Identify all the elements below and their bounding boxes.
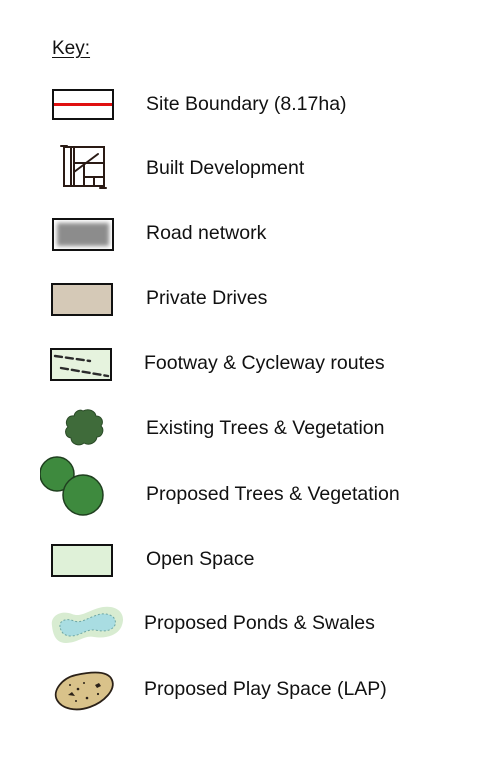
legend-item-proposed-trees: Proposed Trees & Vegetation: [0, 456, 500, 520]
legend-label-existing-trees: Existing Trees & Vegetation: [146, 417, 385, 439]
play-space-icon: [40, 665, 130, 715]
legend-item-ponds-swales: Proposed Ponds & Swales: [0, 599, 500, 649]
legend-label-play-space: Proposed Play Space (LAP): [144, 678, 387, 700]
existing-trees-icon: [40, 404, 130, 454]
site-boundary-icon: [40, 80, 130, 130]
legend-item-play-space: Proposed Play Space (LAP): [0, 665, 500, 715]
built-development-icon: [40, 144, 130, 194]
legend-item-footway-cycleway: Footway & Cycleway routes: [0, 339, 500, 389]
legend-label-private-drives: Private Drives: [146, 287, 268, 309]
legend-item-existing-trees: Existing Trees & Vegetation: [0, 404, 500, 454]
legend-label-built-development: Built Development: [146, 157, 305, 179]
legend-item-open-space: Open Space: [0, 535, 500, 585]
private-drives-icon: [40, 274, 130, 324]
legend-label-ponds-swales: Proposed Ponds & Swales: [144, 612, 375, 634]
map-legend: Key: Site Boundary (8.17ha) Built Develo…: [0, 0, 500, 761]
footway-cycleway-icon: [40, 339, 130, 389]
legend-item-road-network: Road network: [0, 209, 500, 259]
legend-label-footway-cycleway: Footway & Cycleway routes: [144, 352, 385, 374]
legend-label-site-boundary: Site Boundary (8.17ha): [146, 93, 347, 115]
legend-label-proposed-trees: Proposed Trees & Vegetation: [146, 483, 400, 505]
legend-item-private-drives: Private Drives: [0, 274, 500, 324]
legend-label-open-space: Open Space: [146, 548, 255, 570]
road-network-icon: [40, 209, 130, 259]
ponds-swales-icon: [40, 599, 130, 649]
legend-title: Key:: [52, 38, 91, 59]
open-space-icon: [40, 535, 130, 585]
proposed-trees-icon: [40, 456, 130, 520]
legend-item-built-development: Built Development: [0, 144, 500, 194]
legend-item-site-boundary: Site Boundary (8.17ha): [0, 80, 500, 130]
legend-label-road-network: Road network: [146, 222, 267, 244]
